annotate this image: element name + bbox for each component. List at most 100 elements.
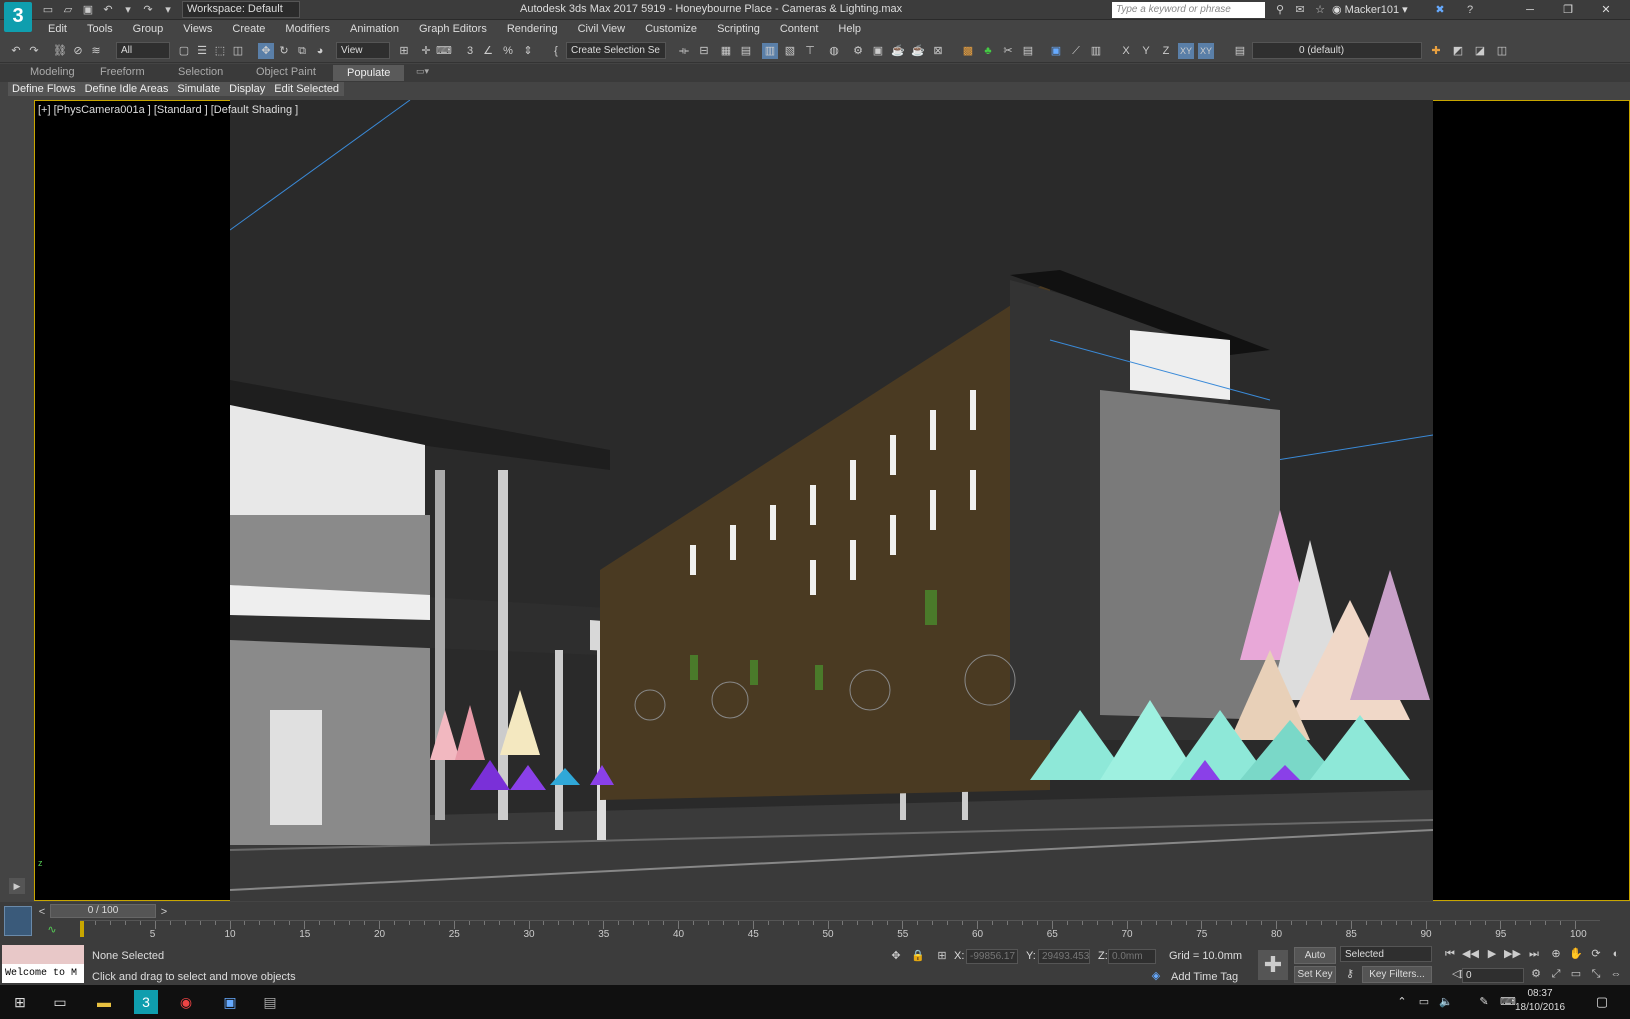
menu-animation[interactable]: Animation	[340, 20, 409, 39]
z-coordinate-field[interactable]: 0.0mm	[1108, 949, 1156, 964]
redo-dropdown-icon[interactable]: ▾	[160, 2, 176, 18]
subscription-icon[interactable]: ✉	[1292, 2, 1308, 18]
add-to-layer-icon[interactable]: ✚	[1428, 43, 1444, 59]
layer-dropdown[interactable]: 0 (default)	[1252, 42, 1422, 59]
menu-modifiers[interactable]: Modifiers	[275, 20, 340, 39]
menu-scripting[interactable]: Scripting	[707, 20, 770, 39]
railclone-icon[interactable]: ♣	[980, 43, 996, 59]
selection-filter-dropdown[interactable]: All	[116, 42, 170, 59]
zoom-extents-icon[interactable]: ⊕	[1548, 946, 1564, 962]
menu-customize[interactable]: Customize	[635, 20, 707, 39]
select-by-name-icon[interactable]: ☰	[194, 43, 210, 59]
redo-icon[interactable]: ↷	[140, 2, 156, 18]
zoom-region-icon[interactable]: ▭	[1568, 966, 1584, 982]
ribbon-toggle-icon[interactable]: ▥	[762, 43, 778, 59]
tools-icon[interactable]: ✂	[1000, 43, 1016, 59]
favorites-star-icon[interactable]: ☆	[1312, 2, 1328, 18]
selection-region-icon[interactable]: ⬚	[212, 43, 228, 59]
angle-snap-icon[interactable]: ∠	[480, 43, 496, 59]
time-tag-icon[interactable]: ◈	[1148, 968, 1164, 984]
menu-content[interactable]: Content	[770, 20, 829, 39]
search-input[interactable]: Type a keyword or phrase	[1112, 2, 1265, 18]
close-button[interactable]: ✕	[1587, 0, 1625, 20]
auto-key-button[interactable]: Auto Key	[1294, 947, 1336, 976]
next-frame-icon[interactable]: >	[156, 904, 172, 920]
select-scale-icon[interactable]: ⧉	[294, 43, 310, 59]
selection-lock-icon[interactable]: 🔒	[910, 948, 926, 964]
new-file-icon[interactable]: ▭	[40, 2, 56, 18]
layer-explorer-icon[interactable]: ▤	[738, 43, 754, 59]
app-icon[interactable]: 3	[4, 2, 32, 32]
play-icon[interactable]: ▶	[1484, 946, 1500, 962]
tab-populate[interactable]: Populate	[333, 65, 405, 81]
previous-frame-icon[interactable]: <	[34, 904, 50, 920]
subtab-define-flows[interactable]: Define Flows	[8, 82, 81, 96]
track-bar[interactable]: 5 10 15 20 25 30 35 40 45 50 55 60 65 70 75 80 85 90 95 100	[80, 920, 1600, 940]
chrome-icon[interactable]: ◉	[174, 990, 198, 1014]
render-production-icon[interactable]: ☕	[890, 43, 906, 59]
subtab-edit-selected[interactable]: Edit Selected	[270, 82, 345, 96]
menu-rendering[interactable]: Rendering	[497, 20, 568, 39]
x-coordinate-field[interactable]: -99856.17	[966, 949, 1018, 964]
absolute-mode-icon[interactable]: ⊞	[934, 948, 950, 964]
orbit-icon[interactable]: ⟳	[1588, 946, 1604, 962]
system-clock[interactable]: 08:37 18/10/2016	[1510, 987, 1570, 1015]
windows-start-icon[interactable]: ⊞	[8, 990, 32, 1014]
tab-selection[interactable]: Selection	[178, 66, 223, 78]
named-selection-dropdown[interactable]: Create Selection Se	[566, 42, 666, 59]
select-object-icon[interactable]: ▢	[176, 43, 192, 59]
menu-edit[interactable]: Edit	[38, 20, 77, 39]
undo-icon[interactable]: ↶	[8, 43, 24, 59]
minimize-button[interactable]: ─	[1511, 0, 1549, 20]
select-rotate-icon[interactable]: ↻	[276, 43, 292, 59]
subtab-display[interactable]: Display	[225, 82, 271, 96]
task-view-icon[interactable]: ▭	[48, 990, 72, 1014]
scene-explorer-icon[interactable]: ▦	[718, 43, 734, 59]
axis-z-button[interactable]: Z	[1158, 43, 1174, 59]
maxscript-listener[interactable]: Welcome to M	[2, 964, 84, 983]
current-frame-marker[interactable]	[80, 921, 84, 937]
render-setup-icon[interactable]: ⚙	[850, 43, 866, 59]
menu-tools[interactable]: Tools	[77, 20, 123, 39]
schematic-view-icon[interactable]: ⊤	[802, 43, 818, 59]
walk-through-icon[interactable]: ⤢	[1548, 966, 1564, 982]
redo-icon[interactable]: ↷	[26, 43, 42, 59]
volume-icon[interactable]: 🔈	[1434, 990, 1458, 1014]
align-icon[interactable]: ⊟	[696, 43, 712, 59]
window-crossing-icon[interactable]: ◫	[230, 43, 246, 59]
save-icon[interactable]: ▣	[80, 2, 96, 18]
key-mode-dropdown[interactable]: Selected	[1340, 946, 1432, 962]
restore-button[interactable]: ❐	[1549, 0, 1587, 20]
pivot-center-icon[interactable]: ⊞	[396, 43, 412, 59]
key-mode-icon[interactable]: ⚷	[1342, 966, 1358, 982]
open-file-icon[interactable]: ▱	[60, 2, 76, 18]
material-editor-icon[interactable]: ◍	[826, 43, 842, 59]
track-bar-curve-icon[interactable]: ∿	[44, 922, 60, 938]
file-explorer-icon[interactable]: ▬	[92, 990, 116, 1014]
layer-manager-icon[interactable]: ▤	[1232, 43, 1248, 59]
tab-freeform[interactable]: Freeform	[100, 66, 145, 78]
expand-viewport-layouts-icon[interactable]: ▶	[9, 878, 25, 894]
menu-civil-view[interactable]: Civil View	[568, 20, 635, 39]
field-of-view-icon[interactable]: ◐	[1608, 946, 1624, 962]
tab-object-paint[interactable]: Object Paint	[256, 66, 316, 78]
snaps-toggle-icon[interactable]: 3	[462, 43, 478, 59]
scene-render[interactable]	[230, 100, 1433, 901]
set-key-button[interactable]: Set Key	[1294, 966, 1336, 983]
spinner-snap-icon[interactable]: ⇕	[520, 43, 536, 59]
binoculars-icon[interactable]: ⚲	[1272, 2, 1288, 18]
y-coordinate-field[interactable]: 29493.453	[1038, 949, 1090, 964]
3ds-max-taskbar-icon[interactable]: 3	[134, 990, 158, 1014]
menu-group[interactable]: Group	[123, 20, 174, 39]
time-config-icon[interactable]: ⚙	[1528, 966, 1544, 982]
percent-snap-icon[interactable]: %	[500, 43, 516, 59]
keyboard-shortcut-override-icon[interactable]: ⌨	[436, 43, 452, 59]
select-in-layer-icon[interactable]: ◩	[1450, 43, 1466, 59]
menu-graph-editors[interactable]: Graph Editors	[409, 20, 497, 39]
workspace-selector[interactable]: Workspace: Default	[182, 1, 300, 18]
menu-views[interactable]: Views	[173, 20, 222, 39]
remote-desktop-icon[interactable]: ▣	[218, 990, 242, 1014]
tab-modeling[interactable]: Modeling	[30, 66, 75, 78]
show-hidden-icons-icon[interactable]: ⌃	[1390, 990, 1414, 1014]
link-icon[interactable]: ⛓	[52, 43, 68, 59]
